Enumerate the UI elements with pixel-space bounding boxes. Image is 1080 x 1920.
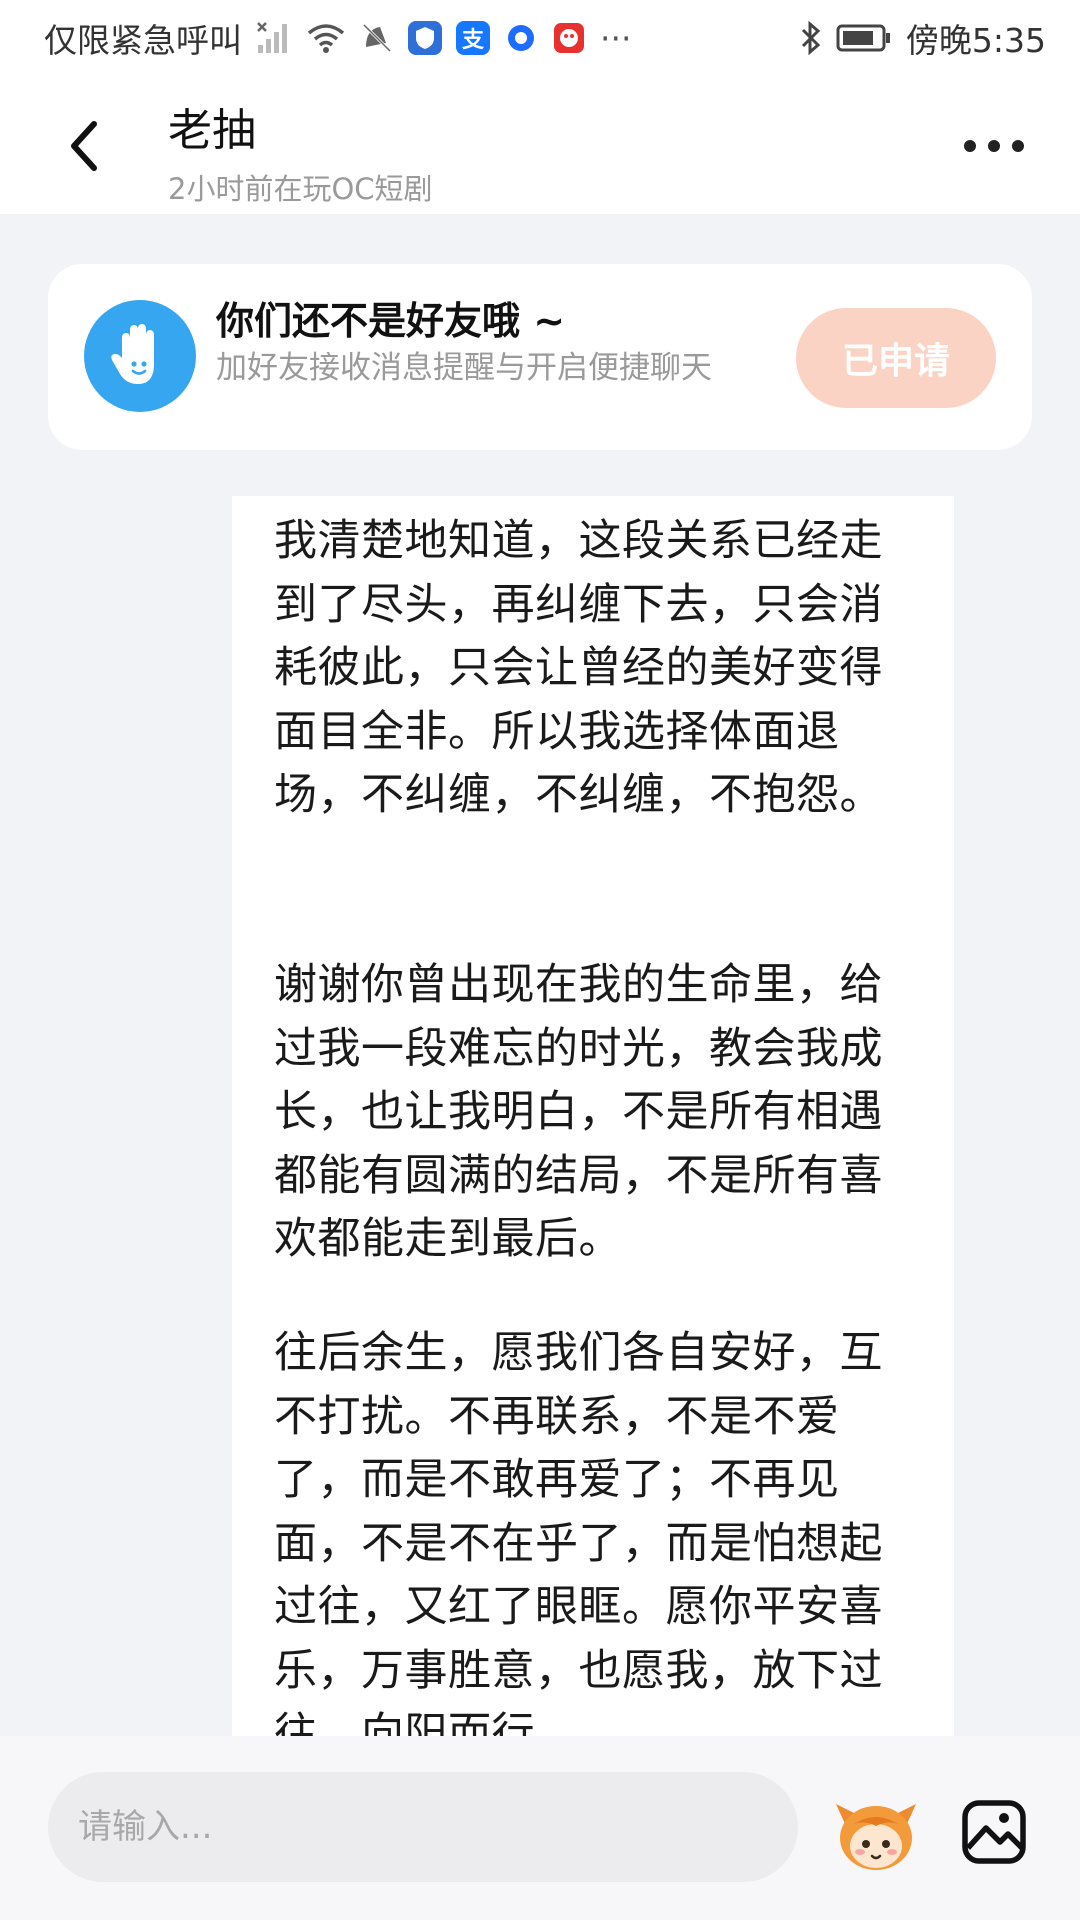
chat-header: 老抽 2小时前在玩OC短剧 <box>0 76 1080 214</box>
image-icon <box>962 1800 1026 1864</box>
message-paragraph-3: 往后余生，愿我们各自安好，互不打扰。不再联系，不是不爱了，而是不敢再爱了；不再见… <box>274 1328 883 1736</box>
carrier-text: 仅限紧急呼叫 <box>44 21 242 60</box>
emoji-button[interactable] <box>832 1796 920 1876</box>
more-options-button[interactable] <box>964 134 1024 158</box>
security-app-icon <box>408 21 442 55</box>
do-not-disturb-icon <box>360 21 394 55</box>
friend-card-title: 你们还不是好友哦 ~ <box>216 299 566 343</box>
image-button[interactable] <box>960 1798 1028 1866</box>
more-dots-icon <box>964 140 976 152</box>
hand-wave-icon <box>84 300 196 412</box>
back-button[interactable] <box>60 116 110 176</box>
alipay-icon: 支 <box>456 21 490 55</box>
chat-title: 老抽 <box>168 105 256 156</box>
message-bubble: 我清楚地知道，这段关系已经走到了尽头，再纠缠下去，只会消耗彼此，只会让曾经的美好… <box>232 496 954 1736</box>
shopping-app-icon <box>552 21 586 55</box>
clock-text: 傍晚5:35 <box>905 21 1046 60</box>
message-input[interactable] <box>48 1772 798 1882</box>
friend-card-description: 加好友接收消息提醒与开启便捷聊天 <box>216 350 712 386</box>
battery-icon <box>836 23 892 53</box>
bluetooth-icon <box>800 21 822 55</box>
more-notifications-icon: ··· <box>600 18 632 58</box>
mascot-emoji-icon <box>836 1804 916 1870</box>
friend-request-card: 你们还不是好友哦 ~ 加好友接收消息提醒与开启便捷聊天 已申请 <box>48 264 1032 450</box>
applied-button[interactable]: 已申请 <box>796 308 996 408</box>
no-signal-icon <box>256 21 292 55</box>
status-bar: 仅限紧急呼叫 支 ··· 傍晚5:35 <box>0 0 1080 76</box>
message-paragraph-1: 我清楚地知道，这段关系已经走到了尽头，再纠缠下去，只会消耗彼此，只会让曾经的美好… <box>274 516 883 820</box>
chevron-left-icon <box>71 121 97 171</box>
input-bar <box>0 1736 1080 1920</box>
browser-app-icon <box>504 21 538 55</box>
chat-subtitle: 2小时前在玩OC短剧 <box>168 172 433 206</box>
message-paragraph-2: 谢谢你曾出现在我的生命里，给过我一段难忘的时光，教会我成长，也让我明白，不是所有… <box>274 960 883 1264</box>
wifi-icon <box>306 22 346 54</box>
